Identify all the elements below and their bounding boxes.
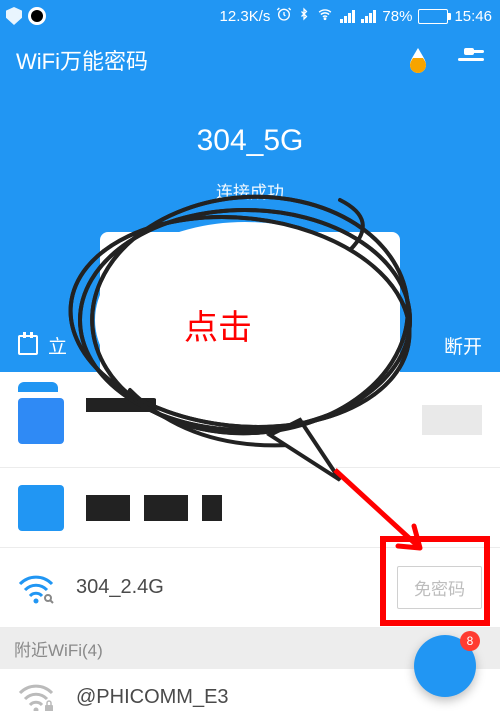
list-item[interactable] (0, 372, 500, 468)
shield-icon (6, 7, 22, 25)
redacted-text (202, 495, 222, 521)
wifi-lock-icon (18, 683, 54, 711)
floating-action-button[interactable]: 8 (414, 635, 476, 697)
signal-icon-2 (361, 10, 376, 23)
redacted-text (86, 495, 130, 521)
menu-icon[interactable] (458, 50, 484, 70)
net-speed: 12.3K/s (220, 8, 271, 25)
network-name: 304_2.4G (76, 576, 164, 599)
battery-icon (418, 9, 448, 24)
annotation-highlight (380, 536, 490, 626)
network-name: @PHICOMM_E3 (76, 686, 229, 709)
avatar (18, 398, 64, 444)
avatar (18, 485, 64, 531)
annotation-click-label: 点击 (184, 300, 252, 349)
calendar-icon[interactable] (18, 335, 38, 355)
left-action[interactable]: 立 (48, 332, 67, 359)
connection-status: 连接成功 (0, 178, 500, 203)
status-bar: 12.3K/s 78% 15:46 (0, 0, 500, 32)
bluetooth-icon (298, 6, 310, 26)
connected-ssid: 304_5G (0, 124, 500, 158)
battery-pct: 78% (382, 8, 412, 25)
disconnect-button[interactable]: 断开 (444, 332, 482, 359)
droplet-icon[interactable] (406, 46, 430, 74)
wifi-icon (316, 7, 334, 25)
signal-icon (340, 10, 355, 23)
alarm-icon (276, 6, 292, 26)
redacted-text (86, 398, 156, 412)
qq-icon (28, 7, 46, 25)
fab-badge: 8 (460, 631, 480, 651)
redacted-text (144, 495, 188, 521)
clock: 15:46 (454, 8, 492, 25)
placeholder-button (422, 405, 482, 435)
app-title: WiFi万能密码 (16, 44, 148, 76)
wifi-key-icon (18, 574, 54, 602)
